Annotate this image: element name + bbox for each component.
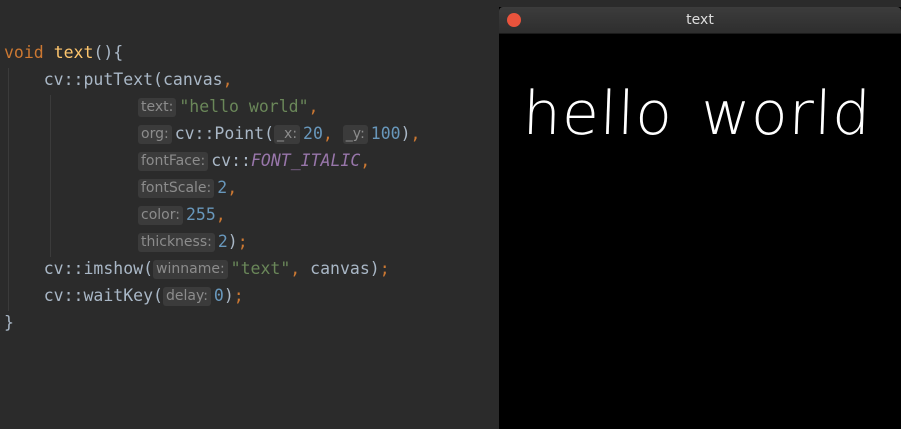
keyword-void: void bbox=[4, 43, 44, 62]
code-line-5: fontFace: cv::FONT_ITALIC, bbox=[138, 147, 370, 174]
param-hint-text: text: bbox=[138, 98, 177, 117]
string-literal: "hello world" bbox=[179, 97, 309, 116]
code-token: ; bbox=[237, 232, 248, 251]
code-token: , bbox=[360, 151, 371, 170]
param-hint-thickness: thickness: bbox=[138, 233, 215, 252]
code-token: , bbox=[308, 97, 319, 116]
image-canvas: hello world bbox=[499, 34, 901, 429]
rendered-text: hello world bbox=[521, 79, 873, 149]
string-literal: "text" bbox=[230, 259, 291, 278]
code-line-7: color: 255, bbox=[138, 201, 226, 228]
code-line-10: cv::waitKey(delay: 0); bbox=[4, 282, 244, 309]
number-literal: 0 bbox=[213, 286, 224, 305]
code-token: , bbox=[215, 205, 226, 224]
param-hint-delay: delay: bbox=[162, 287, 211, 306]
opencv-window[interactable]: text hello world bbox=[499, 7, 901, 429]
code-token: (){ bbox=[93, 43, 124, 62]
code-token: cv:: bbox=[211, 151, 251, 170]
code-token: ; bbox=[379, 259, 390, 278]
param-hint-color: color: bbox=[138, 206, 183, 225]
code-token: , bbox=[290, 259, 301, 278]
code-line-11: } bbox=[4, 309, 14, 336]
param-hint-winname: winname: bbox=[153, 260, 228, 279]
param-hint-y: _y: bbox=[342, 125, 368, 144]
param-hint-fontscale: fontScale: bbox=[138, 179, 215, 198]
code-token: ) bbox=[227, 232, 238, 251]
function-name: text bbox=[53, 43, 94, 62]
number-literal: 2 bbox=[217, 232, 228, 251]
code-line-6: fontScale: 2, bbox=[138, 174, 237, 201]
code-token: , bbox=[227, 178, 238, 197]
number-literal: 100 bbox=[370, 124, 401, 143]
code-token: cv::putText(canvas bbox=[43, 70, 223, 89]
constant: FONT_ITALIC bbox=[250, 151, 361, 170]
window-titlebar[interactable]: text bbox=[499, 7, 901, 34]
code-token: ) bbox=[400, 124, 411, 143]
code-editor[interactable]: void text(){ cv::putText(canvas, text: "h… bbox=[0, 0, 500, 429]
code-token: cv::imshow( bbox=[43, 259, 154, 278]
code-token: , bbox=[222, 70, 233, 89]
param-hint-fontface: fontFace: bbox=[138, 152, 209, 171]
number-literal: 20 bbox=[303, 124, 323, 143]
code-token: canvas) bbox=[300, 259, 380, 278]
number-literal: 255 bbox=[185, 205, 216, 224]
code-line-8: thickness: 2); bbox=[138, 228, 248, 255]
code-token: cv::Point( bbox=[174, 124, 275, 143]
code-token: , bbox=[410, 124, 421, 143]
code-line-4: org: cv::Point(_x: 20, _y: 100), bbox=[138, 120, 420, 147]
code-line-3: text: "hello world", bbox=[138, 93, 318, 120]
code-token: cv::waitKey( bbox=[43, 286, 163, 305]
param-hint-org: org: bbox=[138, 125, 172, 144]
code-token: ; bbox=[233, 286, 244, 305]
code-line-9: cv::imshow(winname: "text", canvas); bbox=[4, 255, 390, 282]
code-token: , bbox=[322, 124, 333, 143]
code-token: ) bbox=[223, 286, 234, 305]
window-title: text bbox=[686, 12, 714, 28]
code-token: } bbox=[4, 313, 14, 332]
param-hint-x: _x: bbox=[274, 125, 301, 144]
indent-guide bbox=[50, 95, 51, 257]
code-line-1: void text(){ bbox=[4, 39, 123, 66]
number-literal: 2 bbox=[217, 178, 228, 197]
code-line-2: cv::putText(canvas, bbox=[4, 66, 233, 93]
